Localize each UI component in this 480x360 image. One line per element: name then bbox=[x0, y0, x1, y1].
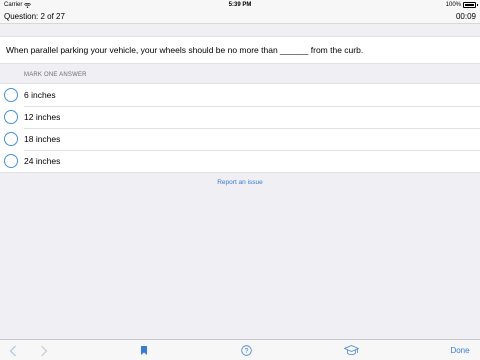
answer-label: 6 inches bbox=[24, 90, 56, 100]
timer: 00:09 bbox=[455, 12, 476, 21]
question-text-box: When parallel parking your vehicle, your… bbox=[0, 36, 480, 64]
answer-option-4[interactable]: 24 inches bbox=[0, 150, 480, 172]
answer-label: 18 inches bbox=[24, 134, 61, 144]
answers-section-header: MARK ONE ANSWER bbox=[24, 72, 87, 78]
status-bar: Carrier 5:39 PM 100% bbox=[0, 0, 480, 10]
content-area: When parallel parking your vehicle, your… bbox=[0, 24, 480, 339]
chevron-right-icon[interactable] bbox=[37, 340, 51, 360]
answer-label: 12 inches bbox=[24, 112, 61, 122]
radio-button-icon[interactable] bbox=[4, 132, 18, 146]
graduation-cap-icon[interactable] bbox=[342, 340, 360, 360]
done-button[interactable]: Done bbox=[448, 340, 472, 360]
answers-list: 6 inches 12 inches 18 inches 24 inches bbox=[0, 83, 480, 173]
radio-button-icon[interactable] bbox=[4, 154, 18, 168]
answer-option-2[interactable]: 12 inches bbox=[0, 106, 480, 128]
chevron-left-icon[interactable] bbox=[6, 340, 20, 360]
radio-button-icon[interactable] bbox=[4, 88, 18, 102]
bottom-toolbar: ? Done bbox=[0, 339, 480, 360]
radio-button-icon[interactable] bbox=[4, 110, 18, 124]
status-time: 5:39 PM bbox=[228, 2, 252, 8]
report-issue-link[interactable]: Report an issue bbox=[0, 179, 480, 186]
nav-bar: Question: 2 of 27 00:09 bbox=[0, 10, 480, 24]
battery-icon bbox=[463, 2, 478, 8]
question-progress: Question: 2 of 27 bbox=[4, 12, 65, 21]
svg-text:?: ? bbox=[244, 348, 248, 355]
answer-label: 24 inches bbox=[24, 156, 61, 166]
bookmark-icon[interactable] bbox=[138, 340, 150, 360]
answer-option-1[interactable]: 6 inches bbox=[0, 84, 480, 106]
answer-option-3[interactable]: 18 inches bbox=[0, 128, 480, 150]
question-text: When parallel parking your vehicle, your… bbox=[6, 45, 364, 55]
help-icon[interactable]: ? bbox=[239, 340, 253, 360]
